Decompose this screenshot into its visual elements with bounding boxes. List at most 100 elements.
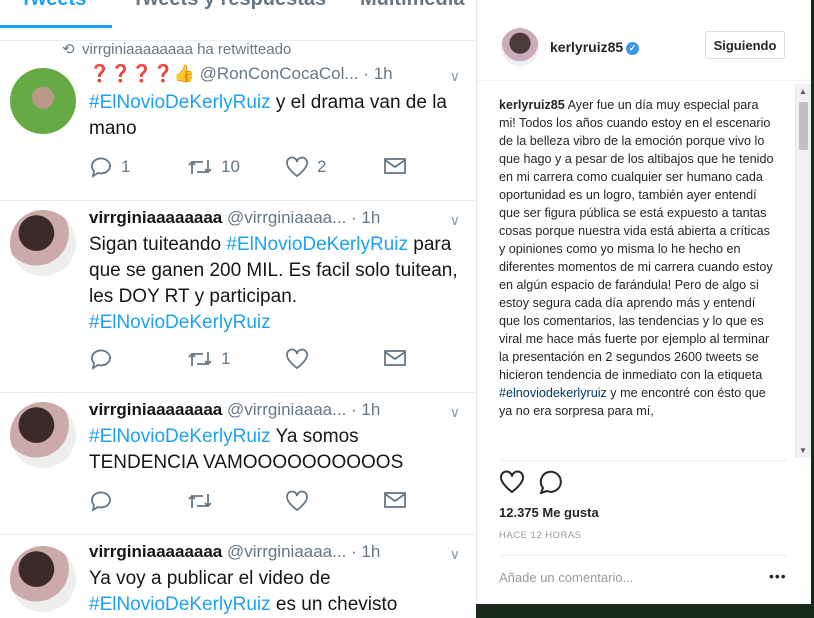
tweet-text: Sigan tuiteando #ElNovioDeKerlyRuiz para… [89, 232, 459, 336]
twitter-profile-panel: Tweets Tweets y respuestas Multimedia ⟲ v… [0, 0, 476, 618]
retweet-count: 10 [221, 157, 240, 176]
timestamp[interactable]: · 1h [351, 542, 380, 561]
tweet-actions: 1 [89, 348, 429, 372]
timestamp[interactable]: · 1h [363, 64, 392, 83]
tweet-header: ❓❓❓❓👍 @RonConCocaCol... · 1h [89, 64, 393, 84]
display-name[interactable]: virrginiaaaaaaaa [89, 542, 222, 561]
tweet-body: Sigan tuiteando [89, 234, 227, 255]
tab-tweets[interactable]: Tweets [20, 0, 86, 11]
hashtag-link[interactable]: #ElNovioDeKerlyRuiz [89, 92, 271, 113]
post-caption: kerlyruiz85 Ayer fue un día muy especial… [499, 96, 775, 420]
instagram-post-panel: kerlyruiz85 ✓ Siguiendo kerlyruiz85 Ayer … [476, 0, 811, 604]
hashtag-link[interactable]: #elnoviodekerlyruiz [499, 386, 607, 400]
caption-username[interactable]: kerlyruiz85 [499, 98, 565, 112]
tab-tweets-and-replies[interactable]: Tweets y respuestas [132, 0, 326, 11]
tweet-actions: 1 10 2 [89, 156, 429, 180]
profile-tabs: Tweets Tweets y respuestas Multimedia [0, 0, 476, 41]
avatar[interactable] [501, 28, 539, 66]
tweet-body: es un chevisto [270, 594, 398, 615]
direct-message-button[interactable] [383, 156, 407, 176]
envelope-icon [384, 492, 406, 508]
divider [499, 460, 787, 461]
retweet-context-text: virrginiaaaaaaaa ha retwitteado [82, 41, 292, 58]
direct-message-button[interactable] [383, 490, 407, 510]
tweet-header: virrginiaaaaaaaa @virrginiaaaa... · 1h [89, 542, 380, 562]
reply-count: 1 [121, 157, 131, 176]
chevron-down-icon[interactable]: ∨ [450, 546, 460, 563]
tweet-text: #ElNovioDeKerlyRuiz Ya somos TENDENCIA V… [89, 424, 459, 476]
timestamp[interactable]: · 1h [351, 208, 380, 227]
heart-icon [286, 348, 308, 370]
display-name[interactable]: virrginiaaaaaaaa [89, 208, 222, 227]
caption-text: Ayer fue un día muy especial para mi! To… [499, 98, 774, 382]
reply-icon [91, 491, 111, 512]
post-actions [499, 470, 579, 496]
tweet-text: #ElNovioDeKerlyRuiz y el drama van de la… [89, 90, 459, 142]
reply-button[interactable]: 1 [89, 156, 130, 178]
timestamp[interactable]: · 1h [351, 400, 380, 419]
heart-icon[interactable] [499, 470, 525, 494]
divider [499, 555, 787, 556]
more-options-icon[interactable]: ••• [769, 568, 787, 584]
tweet-header: virrginiaaaaaaaa @virrginiaaaa... · 1h [89, 208, 380, 228]
avatar[interactable] [10, 546, 76, 612]
like-button[interactable]: 2 [285, 156, 326, 178]
following-button[interactable]: Siguiendo [705, 31, 785, 59]
heart-icon [286, 156, 308, 178]
tab-media[interactable]: Multimedia [360, 0, 464, 11]
tweet-actions [89, 490, 429, 514]
username-link[interactable]: kerlyruiz85 ✓ [550, 39, 640, 55]
caption-scrollbar[interactable]: ▲ ▼ [795, 84, 811, 458]
comment-icon[interactable] [539, 470, 565, 494]
avatar[interactable] [10, 68, 76, 134]
handle[interactable]: @virrginiaaaa... [227, 208, 346, 227]
hashtag-link[interactable]: #ElNovioDeKerlyRuiz [89, 312, 271, 333]
hashtag-link[interactable]: #ElNovioDeKerlyRuiz [89, 594, 271, 615]
display-name[interactable]: virrginiaaaaaaaa [89, 400, 222, 419]
like-button[interactable] [285, 348, 309, 370]
envelope-icon [384, 158, 406, 174]
handle[interactable]: @RonConCocaCol... [200, 64, 359, 83]
hashtag-link[interactable]: #ElNovioDeKerlyRuiz [226, 234, 408, 255]
reply-button[interactable] [89, 490, 113, 512]
verified-badge-icon: ✓ [626, 41, 640, 55]
reply-button[interactable] [89, 348, 113, 370]
display-name[interactable]: ❓❓❓❓👍 [89, 64, 195, 83]
envelope-icon [384, 350, 406, 366]
retweet-button[interactable] [187, 490, 213, 512]
tweet[interactable]: ❓❓❓❓👍 @RonConCocaCol... · 1h ∨ #ElNovioD… [0, 58, 476, 201]
retweet-count: 1 [221, 349, 231, 368]
avatar[interactable] [10, 210, 76, 276]
reply-icon [91, 157, 111, 178]
handle[interactable]: @virrginiaaaa... [227, 542, 346, 561]
retweet-small-icon: ⟲ [62, 41, 75, 58]
tweet-header: virrginiaaaaaaaa @virrginiaaaa... · 1h [89, 400, 380, 420]
retweet-icon [188, 160, 212, 174]
active-tab-indicator [0, 25, 112, 28]
retweet-button[interactable]: 10 [187, 156, 240, 178]
tweet-text: Ya voy a publicar el video de #ElNovioDe… [89, 566, 459, 618]
reply-icon [91, 349, 111, 370]
chevron-down-icon[interactable]: ∨ [450, 404, 460, 421]
avatar[interactable] [10, 402, 76, 468]
chevron-down-icon[interactable]: ∨ [450, 68, 460, 85]
direct-message-button[interactable] [383, 348, 407, 368]
like-count: 2 [317, 157, 327, 176]
hashtag-link[interactable]: #ElNovioDeKerlyRuiz [89, 426, 271, 447]
retweet-button[interactable]: 1 [187, 348, 230, 370]
retweet-icon [188, 352, 212, 366]
tweet[interactable]: virrginiaaaaaaaa @virrginiaaaa... · 1h ∨… [0, 534, 476, 618]
like-count[interactable]: 12.375 Me gusta [499, 505, 599, 520]
like-button[interactable] [285, 490, 309, 512]
comment-input[interactable]: Añade un comentario... [499, 570, 633, 585]
retweet-context: ⟲ virrginiaaaaaaaa ha retwitteado [62, 40, 291, 58]
chevron-down-icon[interactable]: ∨ [450, 212, 460, 229]
tweet[interactable]: virrginiaaaaaaaa @virrginiaaaa... · 1h ∨… [0, 392, 476, 535]
post-timestamp[interactable]: HACE 12 HORAS [499, 530, 582, 541]
post-header: kerlyruiz85 ✓ Siguiendo [477, 8, 811, 81]
scroll-up-arrow-icon[interactable]: ▲ [799, 87, 807, 96]
scrollbar-thumb[interactable] [799, 102, 808, 150]
handle[interactable]: @virrginiaaaa... [227, 400, 346, 419]
tweet[interactable]: virrginiaaaaaaaa @virrginiaaaa... · 1h ∨… [0, 200, 476, 393]
scroll-down-arrow-icon[interactable]: ▼ [799, 446, 807, 455]
